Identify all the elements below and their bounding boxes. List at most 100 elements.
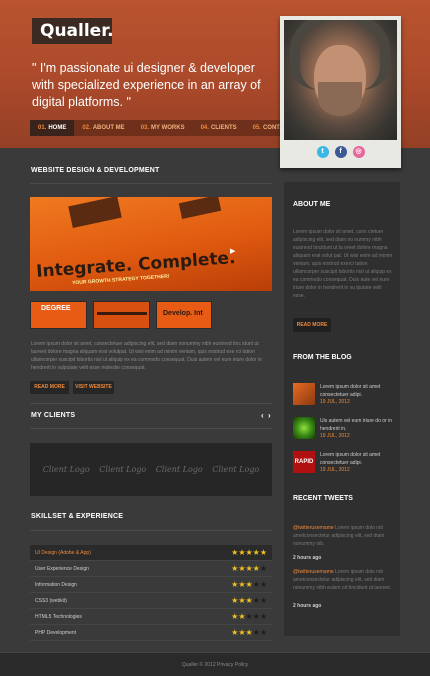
- rating-stars: ★★★★★: [231, 548, 267, 557]
- beard-shape: [318, 82, 362, 116]
- star-filled-icon: ★: [245, 580, 253, 589]
- social-links: t f ◎: [284, 146, 397, 158]
- nav-label: HOME: [48, 125, 67, 131]
- star-filled-icon: ★: [245, 628, 253, 637]
- thumbnail-3[interactable]: Develop. Int: [156, 301, 212, 329]
- blog-item[interactable]: RAPID Lorem ipsum dolor sit amet consect…: [293, 451, 395, 475]
- star-filled-icon: ★: [252, 564, 260, 573]
- star-filled-icon: ★: [252, 548, 260, 557]
- rating-stars: ★★★★★: [231, 564, 267, 573]
- skill-row: PHP Development ★★★★★: [30, 625, 272, 641]
- star-filled-icon: ★: [245, 548, 253, 557]
- blog-item[interactable]: Uis autem vel eum iriure do or in hendre…: [293, 417, 395, 441]
- visit-website-button[interactable]: VISIT WEBSITE: [73, 381, 114, 394]
- read-more-button[interactable]: READ MORE: [30, 381, 69, 394]
- nav-item-home[interactable]: 01. HOME: [30, 120, 75, 136]
- tweet-time: 2 hours ago: [293, 603, 322, 609]
- blog-thumbnail: RAPID: [293, 451, 315, 473]
- star-empty-icon: ★: [259, 564, 267, 573]
- skill-row: User Experience Design ★★★★★: [30, 561, 272, 577]
- sidebar-title-blog: FROM THE BLOG: [293, 354, 352, 361]
- section-title-clients: MY CLIENTS: [31, 412, 76, 419]
- nav-item-about[interactable]: 02. ABOUT ME: [74, 120, 132, 136]
- thumb-label: DEGREE: [41, 305, 71, 312]
- main-nav: 01. HOME 02. ABOUT ME 03. MY WORKS 04. CLIEN…: [30, 120, 304, 136]
- facebook-icon[interactable]: f: [334, 146, 347, 158]
- logo[interactable]: Qualler.: [32, 18, 114, 44]
- star-empty-icon: ★: [259, 612, 267, 621]
- divider: [30, 183, 272, 184]
- sidebar: ABOUT ME Lorem ipsum dolor sit amet, con…: [284, 182, 400, 636]
- star-empty-icon: ★: [252, 612, 260, 621]
- skills-list: UI Design (Adobe & App) ★★★★★ User Experi…: [30, 545, 272, 641]
- client-logo[interactable]: Client Logo: [212, 465, 259, 474]
- tweet: @twitterusername Lorem ipsum dolo rsit a…: [293, 524, 393, 548]
- sidebar-title-tweets: RECENT TWEETS: [293, 495, 353, 502]
- client-logo[interactable]: Client Logo: [99, 465, 146, 474]
- blog-title: Lorem ipsum dolor sit amet consectetuer …: [320, 452, 381, 466]
- star-empty-icon: ★: [259, 580, 267, 589]
- star-empty-icon: ★: [259, 628, 267, 637]
- nav-item-clients[interactable]: 04. CLIENTS: [193, 120, 245, 136]
- thumbnail-1[interactable]: DEGREE: [30, 301, 87, 329]
- sidebar-read-more-button[interactable]: READ MORE: [293, 318, 331, 332]
- skill-label: CSS3 (webkit): [35, 597, 67, 604]
- rating-stars: ★★★★★: [231, 612, 267, 621]
- nav-num: 04.: [200, 125, 209, 131]
- star-filled-icon: ★: [259, 548, 267, 557]
- blog-date: 19 JUL, 2012: [320, 467, 350, 473]
- blog-thumbnail: [293, 417, 315, 439]
- blog-thumbnail: [293, 383, 315, 405]
- hero-slide[interactable]: Integrate. Complete. YOUR GROWTH STRATEG…: [30, 197, 272, 291]
- thumb-label: Develop. Int: [163, 310, 203, 317]
- clients-carousel: Client Logo Client Logo Client Logo Clie…: [30, 443, 272, 496]
- rating-stars: ★★★★★: [231, 596, 267, 605]
- profile-card: t f ◎: [280, 16, 401, 168]
- thumbnail-2[interactable]: [93, 301, 150, 329]
- tweet-handle[interactable]: @twitterusername: [293, 569, 334, 575]
- twitter-icon[interactable]: t: [316, 146, 329, 158]
- skill-row: CSS3 (webkit) ★★★★★: [30, 593, 272, 609]
- section-title-skills: SKILLSET & EXPERIENCE: [31, 513, 124, 520]
- star-empty-icon: ★: [252, 596, 260, 605]
- dribbble-icon[interactable]: ◎: [352, 146, 365, 158]
- nav-num: 03.: [140, 125, 150, 131]
- tagline: " I'm passionate ui designer & developer…: [32, 61, 261, 109]
- blog-title: Uis autem vel eum iriure do or in hendre…: [320, 418, 392, 432]
- nav-num: 01.: [38, 125, 47, 131]
- skill-label: User Experience Design: [35, 565, 89, 572]
- client-logo[interactable]: Client Logo: [156, 465, 203, 474]
- hero-card-shape: [178, 197, 222, 219]
- skill-row: HTML5 Technologies ★★★★★: [30, 609, 272, 625]
- nav-num: 05.: [252, 125, 261, 131]
- nav-num: 02.: [82, 125, 91, 131]
- tweet-handle[interactable]: @twitterusername: [293, 525, 334, 531]
- play-arrow-icon[interactable]: ▶: [230, 247, 235, 255]
- skill-label: UI Design (Adobe & App): [35, 549, 91, 556]
- client-logo[interactable]: Client Logo: [43, 465, 90, 474]
- divider: [30, 428, 272, 429]
- about-text: Lorem ipsum dolor sit amet, cons ctetuer…: [293, 229, 393, 299]
- tweet: @twitterusername Lorem ipsum dolo rsit a…: [293, 568, 393, 592]
- nav-item-works[interactable]: 03. MY WORKS: [133, 120, 193, 136]
- section-title-website: WEBSITE DESIGN & DEVELOPMENT: [31, 167, 160, 174]
- skill-label: PHP Development: [35, 629, 77, 636]
- blog-title: Lorem ipsum dolor sit amet consectetuer …: [320, 384, 381, 398]
- skill-row: Information Design ★★★★★: [30, 577, 272, 593]
- tweet-time: 2 hours ago: [293, 555, 322, 561]
- skill-label: HTML5 Technologies: [35, 613, 82, 620]
- star-empty-icon: ★: [245, 612, 253, 621]
- hero-card-shape: [68, 197, 122, 228]
- rating-stars: ★★★★★: [231, 580, 267, 589]
- star-filled-icon: ★: [245, 596, 253, 605]
- blog-item[interactable]: Lorem ipsum dolor sit amet consectetuer …: [293, 383, 395, 407]
- sidebar-title-about: ABOUT ME: [293, 201, 331, 208]
- star-empty-icon: ★: [252, 628, 260, 637]
- prev-arrow-icon[interactable]: ‹: [261, 411, 264, 420]
- divider: [30, 403, 272, 404]
- divider: [30, 530, 272, 531]
- star-filled-icon: ★: [245, 564, 253, 573]
- next-arrow-icon[interactable]: ›: [268, 411, 271, 420]
- skill-row: UI Design (Adobe & App) ★★★★★: [30, 545, 272, 561]
- project-description: Lorem ipsum dolor sit amet, consectetuer…: [31, 341, 262, 371]
